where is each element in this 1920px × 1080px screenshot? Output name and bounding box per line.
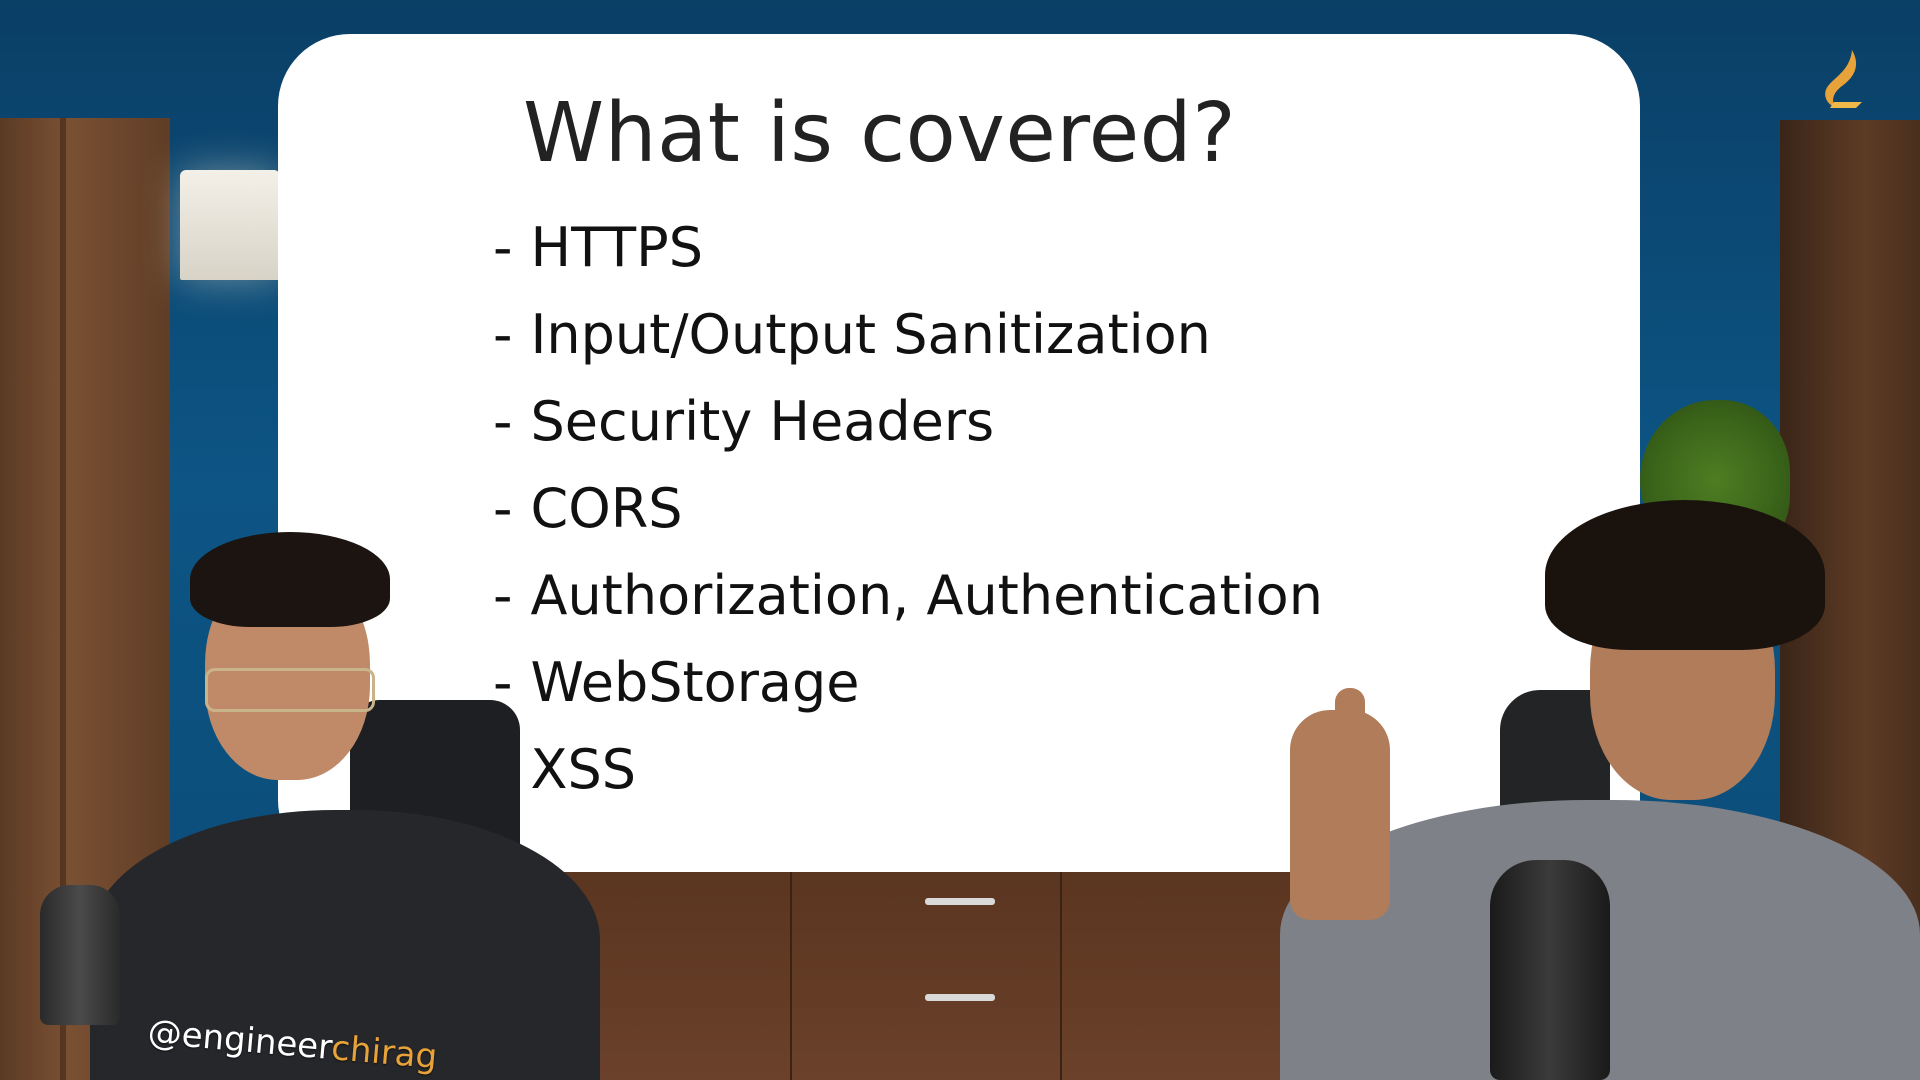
topic-item: - Authorization, Authentication	[493, 564, 1323, 627]
topic-item: -XSS	[493, 738, 637, 801]
slide-title: What is covered?	[523, 86, 1237, 181]
topic-item: - WebStorage	[493, 651, 860, 714]
flame-logo-icon	[1825, 50, 1862, 108]
microphone-right	[1490, 860, 1610, 1080]
wall-lamp	[180, 170, 280, 280]
microphone-left	[40, 885, 120, 1025]
topic-item: - HTTPS	[493, 216, 703, 279]
topic-item: - CORS	[493, 477, 683, 540]
topic-item: - Input/Output Sanitization	[493, 303, 1211, 366]
cabinet	[520, 870, 1320, 1080]
topic-item: - Security Headers	[493, 390, 995, 453]
topic-list: - HTTPS - Input/Output Sanitization - Secur…	[493, 204, 1323, 813]
video-frame: What is covered? - HTTPS - Input/Output Sa…	[0, 0, 1920, 1080]
